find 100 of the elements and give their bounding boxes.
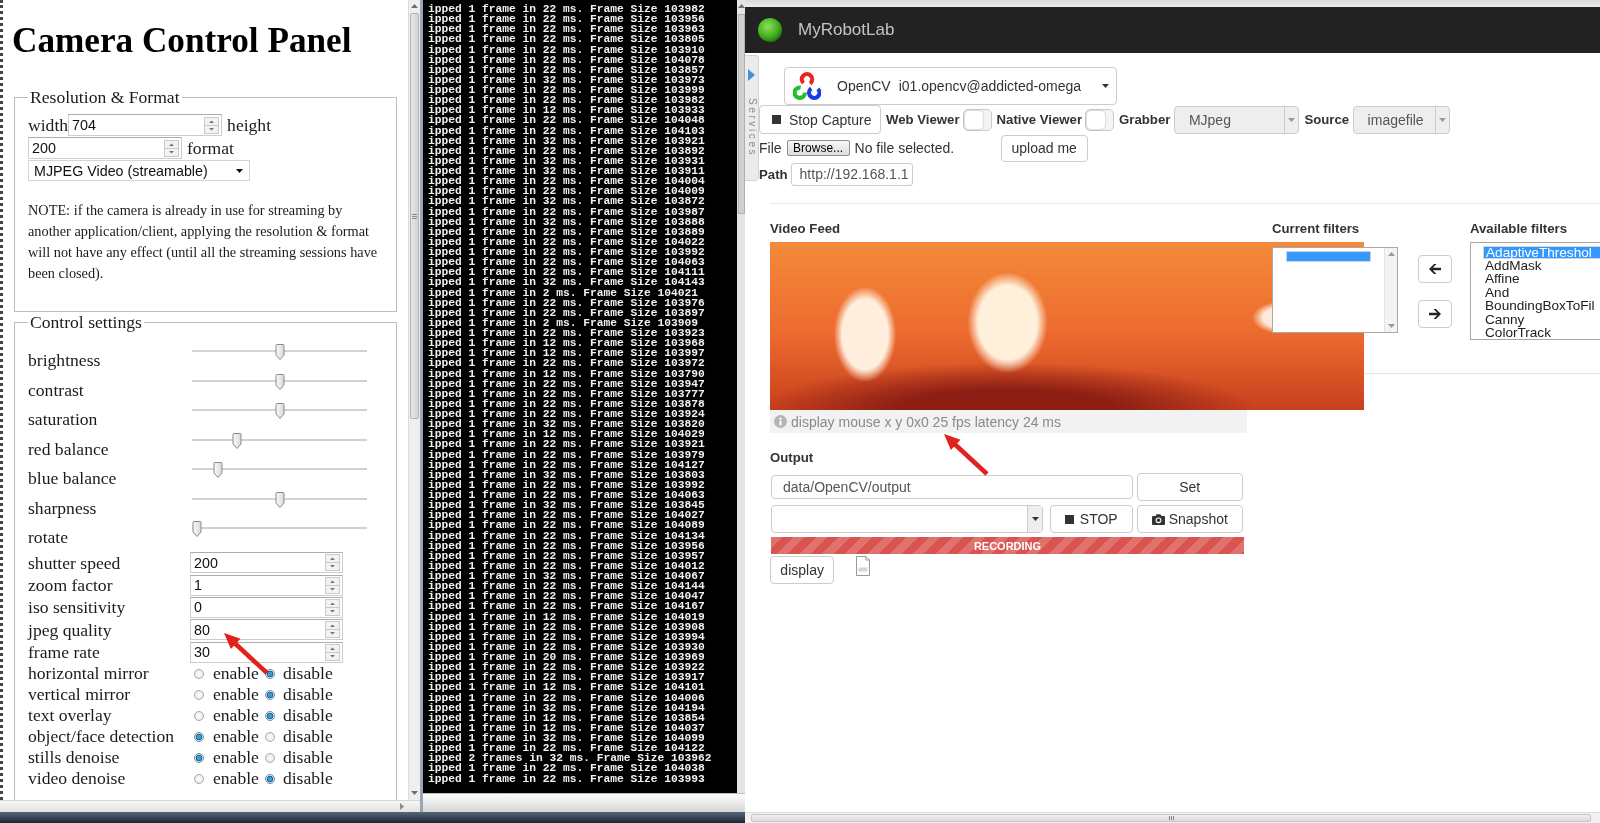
console-line: ipped 1 frame in 12 ms. Frame Size 103997 [428, 348, 706, 359]
console-line: ipped 1 frame in 22 ms. Frame Size 104006 [428, 692, 706, 703]
radio-button[interactable] [194, 752, 204, 763]
path-input[interactable]: http://192.168.1.1 [790, 162, 913, 186]
spinner-icon[interactable] [325, 576, 340, 594]
group-legend: Resolution & Format [28, 87, 182, 107]
spinner-icon[interactable] [204, 116, 220, 134]
filter-list-item[interactable] [1286, 251, 1371, 263]
setting-label: brightness [28, 350, 102, 370]
slider-thumb[interactable] [274, 403, 285, 419]
setting-label: object/face detection [28, 726, 176, 748]
number-input[interactable]: 80 [190, 619, 343, 641]
slider-thumb[interactable] [274, 491, 285, 508]
scroll-down-icon[interactable] [1387, 324, 1395, 329]
filter-list-item[interactable]: BoundingBoxToFil [1471, 299, 1600, 313]
console-line: ipped 1 frame in 22 ms. Frame Size 104122 [428, 743, 705, 754]
console-line: ipped 1 frame in 22 ms. Frame Size 103982 [428, 4, 706, 15]
number-input[interactable]: 30 [190, 641, 343, 663]
slider-thumb[interactable] [274, 373, 285, 390]
browse-button[interactable]: Browse... [786, 140, 850, 157]
spinner-icon[interactable] [325, 621, 340, 639]
scroll-up-icon[interactable] [737, 4, 745, 8]
radio-button[interactable] [264, 773, 275, 784]
scrollbar-thumb[interactable] [737, 14, 745, 214]
number-input[interactable]: 1 [190, 574, 343, 596]
radio-button[interactable] [264, 752, 275, 763]
console-line: ipped 1 frame in 32 ms. Frame Size 103911 [428, 166, 706, 177]
console-line: ipped 1 frame in 22 ms. Frame Size 103777 [428, 388, 706, 399]
number-input[interactable]: 200 [190, 552, 343, 574]
set-button[interactable]: Set [1136, 472, 1243, 501]
vertical-scrollbar[interactable] [408, 0, 420, 800]
number-input[interactable]: 200 [28, 137, 182, 159]
scrollbar-thumb[interactable] [410, 13, 419, 419]
scroll-up-icon[interactable] [1387, 252, 1395, 257]
dropdown[interactable]: MJpeg [1174, 105, 1300, 134]
output-dropdown[interactable] [771, 505, 1043, 534]
console-line: ipped 1 frame in 32 ms. Frame Size 104194 [428, 702, 706, 713]
setting-label: video denoise [28, 768, 127, 790]
radio-button[interactable] [194, 773, 204, 784]
spinner-icon[interactable] [325, 598, 340, 616]
scroll-down-icon[interactable] [411, 791, 418, 795]
horizontal-scrollbar[interactable] [745, 812, 1600, 823]
filter-list-item[interactable]: And [1471, 285, 1600, 300]
number-input[interactable]: 0 [190, 596, 343, 618]
slider-track[interactable] [192, 491, 367, 508]
horizontal-scrollbar[interactable] [423, 793, 745, 812]
setting-label: red balance [28, 438, 110, 459]
slider-track[interactable] [192, 521, 367, 537]
upload-button[interactable]: upload me [1000, 134, 1088, 163]
filter-list-item[interactable]: Canny [1471, 312, 1600, 326]
radio-button[interactable] [194, 710, 204, 721]
display-button[interactable]: display [770, 556, 835, 585]
snapshot-button[interactable]: Snapshot [1137, 505, 1243, 534]
stop-capture-button[interactable]: Stop Capture [759, 105, 881, 134]
format-dropdown[interactable]: MJPEG Video (streamable) [28, 160, 250, 181]
toggle-switch[interactable] [962, 108, 992, 131]
slider-track[interactable] [192, 432, 367, 449]
scroll-up-icon[interactable] [411, 4, 418, 8]
slider-thumb[interactable] [192, 521, 202, 537]
scroll-right-icon[interactable] [400, 803, 404, 810]
scrollbar-thumb[interactable] [751, 814, 1591, 822]
radio-button[interactable] [194, 689, 204, 700]
slider-track[interactable] [192, 344, 367, 360]
slider-thumb[interactable] [231, 432, 242, 449]
select-label: Grabber [1119, 112, 1171, 127]
radio-button[interactable] [194, 731, 204, 742]
dropdown[interactable]: imagefile [1353, 105, 1451, 134]
slider-thumb[interactable] [213, 462, 224, 478]
stop-button[interactable]: STOP [1049, 505, 1133, 534]
spinner-icon[interactable] [325, 554, 340, 572]
output-path-input[interactable]: data/OpenCV/output [771, 474, 1133, 499]
move-left-button[interactable] [1418, 254, 1452, 283]
number-input[interactable]: 704 [68, 114, 223, 136]
vertical-scrollbar[interactable] [737, 0, 745, 793]
slider-track[interactable] [192, 373, 367, 390]
spinner-icon[interactable] [325, 643, 340, 661]
filter-list-item[interactable]: Affine [1471, 272, 1600, 286]
radio-button[interactable] [264, 731, 275, 742]
toggle-switch[interactable] [1085, 108, 1115, 131]
service-dropdown[interactable]: OpenCV i01.opencv@addicted-omega [784, 67, 1117, 105]
caret-icon [1439, 117, 1447, 122]
filter-list-item[interactable]: AddMask [1471, 259, 1600, 273]
slider-track[interactable] [192, 403, 367, 419]
console-line: ipped 1 frame in 22 ms. Frame Size 104111 [428, 267, 706, 278]
horizontal-scrollbar[interactable] [0, 800, 420, 812]
spinner-icon[interactable] [164, 139, 179, 157]
vertical-scrollbar[interactable] [1384, 248, 1397, 333]
setting-label: contrast [28, 379, 85, 400]
radio-button[interactable] [194, 668, 204, 679]
round-logo-icon [758, 18, 782, 42]
radio-button[interactable] [264, 668, 275, 679]
move-right-button[interactable] [1418, 299, 1452, 328]
stop-icon [772, 115, 781, 124]
slider-thumb[interactable] [274, 344, 285, 360]
slider-track[interactable] [192, 462, 367, 478]
radio-button[interactable] [264, 689, 275, 700]
setting-label: saturation [28, 409, 99, 429]
radio-button[interactable] [264, 710, 275, 721]
setting-label: rotate [28, 527, 70, 547]
filter-list-item[interactable]: ColorTrack [1471, 325, 1600, 340]
